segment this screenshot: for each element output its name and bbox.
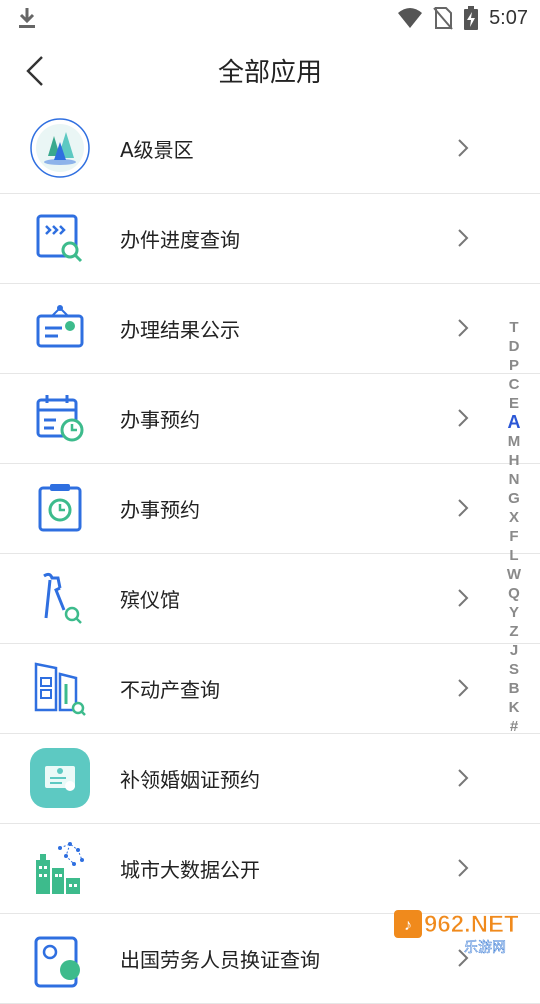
status-bar: 5:07 <box>0 0 540 36</box>
svg-text:♪: ♪ <box>404 917 412 934</box>
chevron-right-icon <box>458 769 469 787</box>
status-time: 5:07 <box>489 6 528 29</box>
list-item[interactable]: 办事预约 <box>0 464 540 554</box>
index-letter[interactable]: E <box>504 394 524 413</box>
download-icon <box>19 8 35 28</box>
index-letter[interactable]: J <box>504 641 524 660</box>
list-item-label: 殡仪馆 <box>120 588 180 612</box>
list-item-label: 办事预约 <box>120 498 200 522</box>
chevron-right-icon <box>458 409 469 427</box>
list-item[interactable]: 殡仪馆 <box>0 554 540 644</box>
chevron-right-icon <box>458 319 469 337</box>
list-item-label: 不动产查询 <box>120 678 220 702</box>
page-title: 全部应用 <box>217 58 322 88</box>
chevron-right-icon <box>458 589 469 607</box>
index-letter[interactable]: T <box>504 318 524 337</box>
chevron-right-icon <box>458 859 469 877</box>
index-letter[interactable]: # <box>504 717 524 736</box>
chevron-right-icon <box>458 139 469 157</box>
index-letter[interactable]: C <box>504 375 524 394</box>
index-letter[interactable]: K <box>504 698 524 717</box>
funeral-home-icon <box>43 572 82 624</box>
list-item[interactable]: 城市大数据公开 <box>0 824 540 914</box>
list-item[interactable]: 不动产查询 <box>0 644 540 734</box>
clipboard-clock-icon <box>38 484 82 532</box>
list-item-label: A级景区 <box>120 138 194 162</box>
index-letter[interactable]: Y <box>504 603 524 622</box>
index-letter[interactable]: N <box>504 470 524 489</box>
no-sim-icon <box>433 7 453 30</box>
list-item[interactable]: 办理结果公示 <box>0 284 540 374</box>
list-item-label: 出国劳务人员换证查询 <box>120 948 320 972</box>
list-item-label: 补领婚姻证预约 <box>120 768 260 792</box>
index-letter[interactable]: D <box>504 337 524 356</box>
list-item[interactable]: 办件进度查询 <box>0 194 540 284</box>
real-estate-icon <box>34 662 86 716</box>
city-data-icon <box>36 842 84 894</box>
app-header: 全部应用 <box>0 36 540 106</box>
app-list: A级景区 办件进度查询 办理结果公示 办事预约 办事预约 殡仪馆 不动产查询 补… <box>0 104 540 1004</box>
index-letter[interactable]: A <box>504 413 524 432</box>
chevron-right-icon <box>458 229 469 247</box>
index-letter[interactable]: S <box>504 660 524 679</box>
index-letter[interactable]: M <box>504 432 524 451</box>
marriage-certificate-icon <box>30 748 90 808</box>
list-item[interactable]: A级景区 <box>0 104 540 194</box>
index-letter[interactable]: W <box>504 565 524 584</box>
index-letter[interactable]: G <box>504 489 524 508</box>
battery-charging-icon <box>464 6 479 30</box>
passport-exchange-icon <box>34 936 80 988</box>
chevron-right-icon <box>458 499 469 517</box>
list-item-label: 办件进度查询 <box>120 228 240 252</box>
index-letter[interactable]: X <box>504 508 524 527</box>
index-letter[interactable]: B <box>504 679 524 698</box>
list-item-label: 办理结果公示 <box>120 318 240 342</box>
bulletin-board-icon <box>36 305 84 348</box>
calendar-clock-icon <box>36 395 84 442</box>
index-letter[interactable]: F <box>504 527 524 546</box>
list-item-label: 办事预约 <box>120 408 200 432</box>
wifi-icon <box>398 8 423 28</box>
list-item-label: 城市大数据公开 <box>120 858 260 882</box>
index-letter[interactable]: P <box>504 356 524 375</box>
index-letter[interactable]: H <box>504 451 524 470</box>
scenic-area-icon <box>30 118 90 178</box>
status-icons: 5:07 <box>397 4 528 32</box>
index-letter[interactable]: L <box>504 546 524 565</box>
list-item[interactable]: 办事预约 <box>0 374 540 464</box>
watermark-sub: 乐游网 <box>464 940 506 956</box>
index-letter[interactable]: Q <box>504 584 524 603</box>
chevron-right-icon <box>458 679 469 697</box>
alphabet-index[interactable]: T D P C E A M H N G X F L W Q Y Z J S B K # <box>504 318 524 736</box>
watermark-main: 962.NET <box>424 911 519 938</box>
watermark-logo: ♪ 962.NET 乐游网 <box>394 910 519 956</box>
progress-search-icon <box>36 214 83 263</box>
index-letter[interactable]: Z <box>504 622 524 641</box>
list-item[interactable]: 补领婚姻证预约 <box>0 734 540 824</box>
